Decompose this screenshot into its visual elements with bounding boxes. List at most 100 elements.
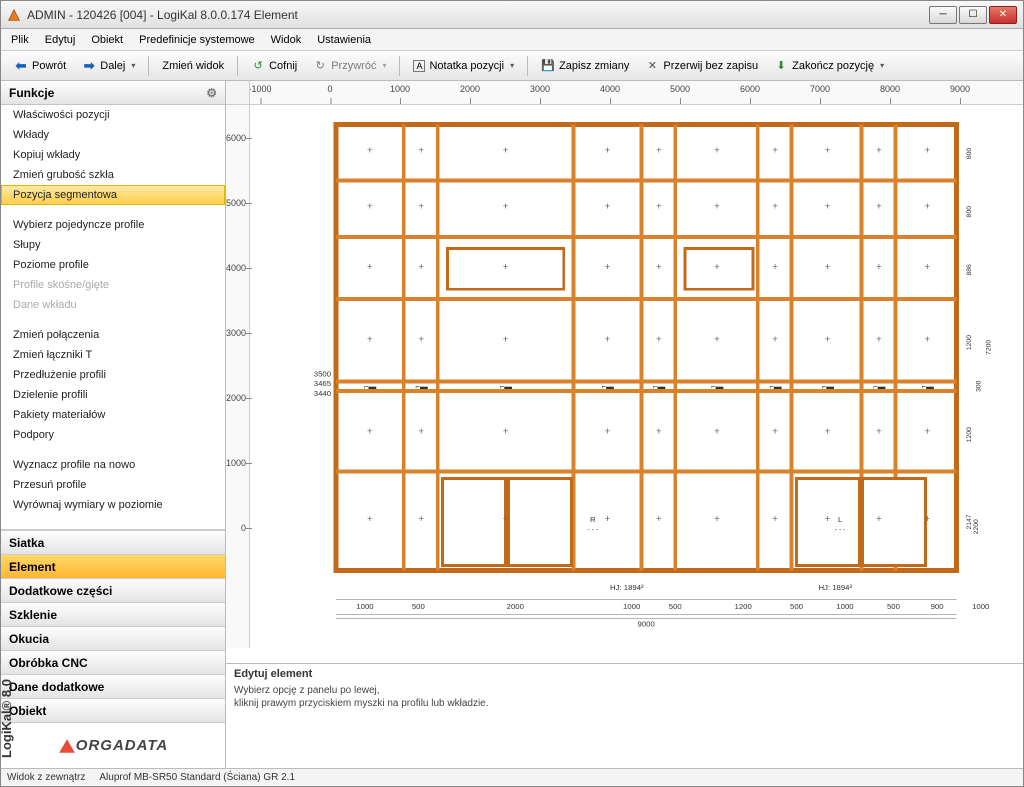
svg-text:⌐▬: ⌐▬ [822,382,835,391]
svg-text:500: 500 [669,602,682,611]
accordion-item[interactable]: Szklenie [1,602,225,626]
accordion-item[interactable]: Obiekt [1,698,225,722]
svg-text:HJ: 1894²: HJ: 1894² [610,583,644,592]
menu-edytuj[interactable]: Edytuj [39,32,82,48]
svg-text:+: + [772,145,778,156]
svg-text:+: + [714,145,720,156]
save-button[interactable]: 💾Zapisz zmiany [534,55,636,77]
svg-text:1000: 1000 [623,602,640,611]
accordion-item[interactable]: Element [1,554,225,578]
func-item[interactable]: Wyrównaj wymiary w poziomie [1,495,225,515]
svg-text:300: 300 [976,380,983,392]
menu-plik[interactable]: Plik [5,32,35,48]
func-item[interactable]: Wybierz pojedyncze profile [1,215,225,235]
svg-text:+: + [656,335,662,346]
accordion-item[interactable]: Siatka [1,530,225,554]
finish-button[interactable]: ⬇Zakończ pozycję▾ [767,55,891,77]
func-item[interactable]: Zmień łączniki T [1,345,225,365]
func-item[interactable]: Zmień grubość szkła [1,165,225,185]
hint-panel: Edytuj element Wybierz opcję z panelu po… [226,663,1023,768]
func-item[interactable]: Wyznacz profile na nowo [1,455,225,475]
svg-text:R: R [590,515,596,524]
func-item: Dane wkładu [1,295,225,315]
menu-obiekt[interactable]: Obiekt [85,32,129,48]
svg-text:1200: 1200 [966,335,973,350]
ruler-horizontal: -100001000200030004000500060007000800090… [250,81,1023,105]
minimize-button[interactable]: ─ [929,6,957,24]
cancel-button[interactable]: ✕Przerwij bez zapisu [638,55,765,77]
svg-text:⌐▬: ⌐▬ [653,382,666,391]
svg-text:+: + [656,427,662,438]
svg-text:+: + [825,427,831,438]
hint-title: Edytuj element [234,668,1015,680]
func-item[interactable]: Pakiety materiałów [1,405,225,425]
svg-text:⌐▬: ⌐▬ [711,382,724,391]
svg-text:+: + [825,202,831,213]
svg-text:3500: 3500 [314,370,331,379]
accordion-item[interactable]: Dane dodatkowe [1,674,225,698]
functions-header: Funkcje ⚙ [1,81,225,105]
func-item[interactable]: Pozycja segmentowa [1,185,225,205]
svg-text:+: + [876,145,882,156]
svg-text:+: + [367,145,373,156]
menu-predefinicje[interactable]: Predefinicje systemowe [133,32,261,48]
menu-widok[interactable]: Widok [265,32,308,48]
svg-text:9000: 9000 [638,620,655,629]
svg-text:+: + [825,335,831,346]
redo-button[interactable]: ↻Przywróć▾ [306,55,393,77]
ruler-corner [226,81,250,105]
close-button[interactable]: ✕ [989,6,1017,24]
hint-line2: kliknij prawym przyciskiem myszki na pro… [234,697,1015,710]
arrow-right-icon: ➡ [82,59,96,73]
func-item[interactable]: Słupy [1,235,225,255]
func-item[interactable]: Podpory [1,425,225,445]
func-item[interactable]: Wkłady [1,125,225,145]
svg-text:800: 800 [966,206,973,218]
func-item[interactable]: Dzielenie profili [1,385,225,405]
svg-text:1000: 1000 [972,602,989,611]
forward-button[interactable]: ➡Dalej▾ [75,55,142,77]
svg-text:+: + [418,145,424,156]
svg-text:+: + [656,262,662,273]
change-view-button[interactable]: Zmień widok [155,55,231,77]
func-item[interactable]: Poziome profile [1,255,225,275]
func-item[interactable]: Zmień połączenia [1,325,225,345]
func-item[interactable]: Właściwości pozycji [1,105,225,125]
svg-text:1000: 1000 [356,602,373,611]
accordion-item[interactable]: Okucia [1,626,225,650]
undo-button[interactable]: ↺Cofnij [244,55,304,77]
svg-text:⌐▬: ⌐▬ [769,382,782,391]
toolbar: ⬅Powrót ➡Dalej▾ Zmień widok ↺Cofnij ↻Prz… [1,51,1023,81]
redo-icon: ↻ [313,59,327,73]
svg-text:+: + [772,202,778,213]
gear-icon[interactable]: ⚙ [206,86,217,100]
svg-text:⌐▬: ⌐▬ [415,382,428,391]
svg-text:+: + [418,514,424,525]
svg-text:+: + [503,202,509,213]
svg-text:+: + [656,202,662,213]
titlebar: ADMIN - 120426 [004] - LogiKal 8.0.0.174… [1,1,1023,29]
svg-text:900: 900 [931,602,944,611]
canvas-area: -100001000200030004000500060007000800090… [226,81,1023,768]
svg-text:+: + [925,514,931,525]
accordion: SiatkaElementDodatkowe częściSzklenieOku… [1,530,225,722]
svg-text:886: 886 [966,264,973,276]
note-button[interactable]: ANotatka pozycji▾ [406,55,521,77]
func-item[interactable]: Przedłużenie profili [1,365,225,385]
svg-text:2000: 2000 [507,602,524,611]
menu-ustawienia[interactable]: Ustawienia [311,32,377,48]
note-icon: A [413,60,425,72]
svg-text:+: + [503,145,509,156]
svg-text:+: + [418,202,424,213]
func-item[interactable]: Przesuń profile [1,475,225,495]
accordion-item[interactable]: Dodatkowe części [1,578,225,602]
maximize-button[interactable]: ☐ [959,6,987,24]
func-item[interactable]: Kopiuj wkłady [1,145,225,165]
drawing-viewport[interactable]: 350034653440 [250,105,1023,648]
accordion-item[interactable]: Obróbka CNC [1,650,225,674]
svg-text:+: + [876,262,882,273]
svg-text:+: + [714,202,720,213]
status-system: Aluprof MB-SR50 Standard (Ściana) GR 2.1 [99,772,295,783]
back-button[interactable]: ⬅Powrót [7,55,73,77]
svg-text:+: + [876,335,882,346]
